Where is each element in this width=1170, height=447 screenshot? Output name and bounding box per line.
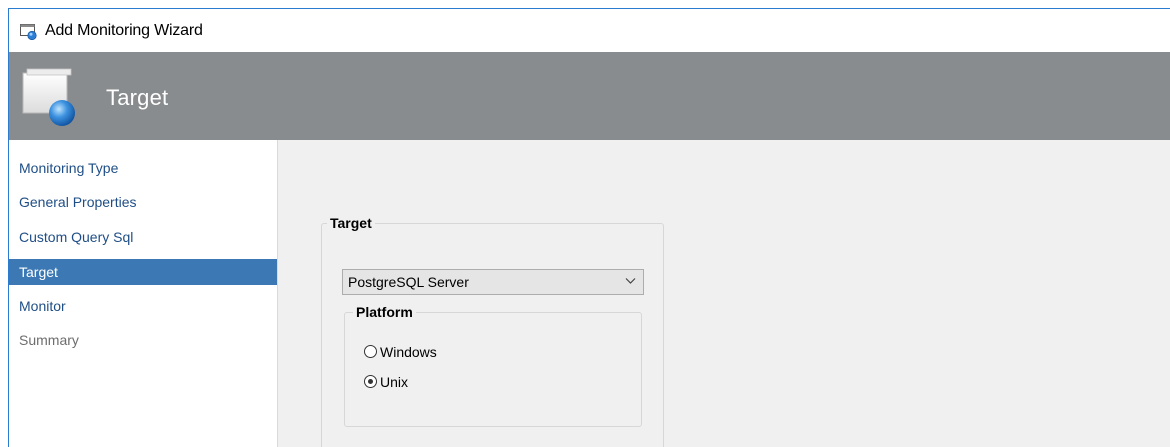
wizard-banner: Target [9, 52, 1170, 140]
wizard-window: Add Monitoring Wizard Target Monitoring … [8, 8, 1170, 447]
target-select[interactable]: PostgreSQL Server [342, 269, 644, 295]
chevron-down-icon [625, 278, 636, 284]
target-group: Target PostgreSQL Server Platform Window… [321, 215, 664, 447]
page-title: Target [106, 85, 169, 110]
radio-windows-label[interactable]: Windows [380, 344, 437, 360]
step-summary: Summary [19, 332, 79, 348]
platform-group-label: Platform [353, 304, 416, 320]
radio-unix-selected-dot [368, 379, 373, 384]
step-monitoring-type[interactable]: Monitoring Type [9, 155, 277, 181]
target-select-value: PostgreSQL Server [348, 274, 469, 290]
target-group-label: Target [327, 215, 375, 231]
step-general-properties[interactable]: General Properties [9, 189, 277, 215]
wizard-page-icon [22, 68, 75, 126]
radio-unix-circle[interactable] [364, 375, 377, 388]
step-custom-query-sql[interactable]: Custom Query Sql [9, 224, 277, 250]
wizard-window-icon [20, 24, 37, 40]
title-bar: Add Monitoring Wizard [9, 9, 1170, 52]
step-monitor[interactable]: Monitor [9, 293, 277, 319]
wizard-steps-sidebar: Monitoring Type General Properties Custo… [9, 140, 278, 447]
step-target[interactable]: Target [9, 259, 277, 285]
wizard-content: Target PostgreSQL Server Platform Window… [278, 140, 1170, 447]
radio-unix-label[interactable]: Unix [380, 374, 408, 390]
window-title: Add Monitoring Wizard [45, 22, 203, 39]
radio-windows-circle[interactable] [364, 345, 377, 358]
platform-group: Platform Windows Unix [344, 304, 642, 427]
